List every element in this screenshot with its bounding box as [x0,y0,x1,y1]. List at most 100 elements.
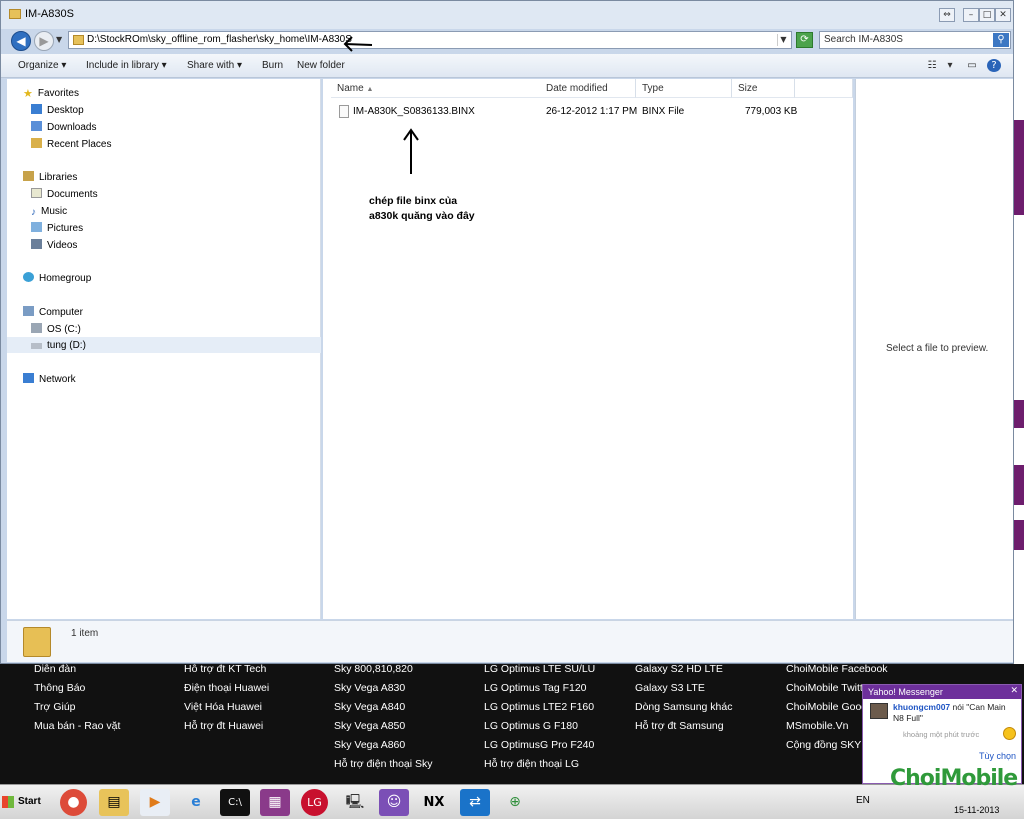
messenger-title: Yahoo! Messenger [863,685,1021,699]
column-name[interactable]: Name ▲ [331,79,541,98]
footer-link[interactable]: Hỗ trợ đt Samsung [635,717,732,736]
refresh-button[interactable]: ⟳ [796,32,813,48]
footer-link[interactable]: Việt Hóa Huawei [184,698,269,717]
close-icon[interactable]: ✕ [1010,686,1018,696]
burn-button[interactable]: Burn [262,60,283,71]
nav-homegroup[interactable]: Homegroup [23,271,91,287]
footer-link[interactable]: LG Optimus Tag F120 [484,679,595,698]
chrome-icon[interactable]: ● [60,789,87,816]
share-with-menu[interactable]: Share with ▾ [187,60,242,71]
cmd-icon[interactable]: C:\ [220,789,250,816]
item-count: 1 item [71,628,99,639]
annotation-arrow [403,128,419,174]
explorer-window: IM-A830S ⇔ – □ ✕ ◀ ▶ ▼ D:\StockROm\sky_o… [0,0,1014,664]
column-spacer [795,79,853,98]
nav-desktop[interactable]: Desktop [31,103,84,119]
help-icon[interactable]: ? [987,59,1001,72]
messenger-options-link[interactable]: Tùy chọn [979,751,1016,761]
column-size[interactable]: Size [732,79,795,98]
explorer-icon[interactable]: ▤ [99,789,129,816]
nav-network[interactable]: Network [23,372,76,388]
title-bar[interactable]: IM-A830S ⇔ – □ ✕ [1,1,1013,29]
nav-libraries[interactable]: Libraries [23,170,77,186]
include-in-library-menu[interactable]: Include in library ▾ [86,60,167,71]
column-type[interactable]: Type [636,79,732,98]
nav-videos[interactable]: Videos [31,238,77,254]
navigation-pane: ★ Favorites Desktop Downloads Recent Plac… [7,79,321,619]
arrow-right-icon: ▶ [39,34,49,48]
footer-link[interactable]: Sky Vega A830 [334,679,433,698]
address-path[interactable]: D:\StockROm\sky_offline_rom_flasher\sky_… [87,34,352,45]
libraries-icon [23,171,34,181]
windows-icon [2,796,14,808]
preview-message: Select a file to preview. [886,343,989,354]
nav-documents[interactable]: Documents [31,187,98,203]
downloads-icon [31,121,42,131]
new-folder-button[interactable]: New folder [297,60,345,71]
device-manager-icon[interactable]: 🖳 [340,789,370,816]
footer-link[interactable]: Hỗ trợ đt Huawei [184,717,269,736]
star-icon: ★ [23,88,33,100]
file-row[interactable]: IM-A830K_S0836133.BINX 26-12-2012 1:17 P… [323,103,843,121]
details-pane: 1 item [7,620,1013,662]
media-player-icon[interactable]: ▶ [140,789,170,816]
maximize-button[interactable]: □ [979,8,995,22]
start-button[interactable]: Start [2,793,41,811]
nav-pictures[interactable]: Pictures [31,221,83,237]
nav-music[interactable]: ♪ Music [31,204,67,220]
forward-button[interactable]: ▶ [34,31,54,51]
idm-icon[interactable]: ⊕ [500,789,530,816]
footer-link[interactable]: LG Optimus LTE2 F160 [484,698,595,717]
system-date[interactable]: 15-11-2013 [954,805,999,815]
organize-menu[interactable]: Organize ▾ [18,60,66,71]
emoticon-icon [1003,727,1016,740]
footer-link[interactable]: LG Optimus G F180 [484,717,595,736]
close-button[interactable]: ✕ [995,8,1011,22]
footer-link[interactable]: LG OptimusG Pro F240 [484,736,595,755]
nav-recent-places[interactable]: Recent Places [31,137,111,153]
messenger-icon[interactable]: ☺ [379,789,409,816]
footer-link[interactable]: Điện thoại Huawei [184,679,269,698]
lg-icon[interactable]: LG [301,789,328,816]
footer-link[interactable]: Sky Vega A860 [334,736,433,755]
column-date-modified[interactable]: Date modified [540,79,636,98]
teamviewer-icon[interactable]: ⇄ [460,789,490,816]
minimize-button[interactable]: – [963,8,979,22]
view-dropdown-icon[interactable]: ▾ [943,59,957,72]
nav-downloads[interactable]: Downloads [31,120,96,136]
nav-tung-d[interactable]: tung (D:) [31,338,86,354]
ie-icon[interactable]: e [181,789,211,816]
address-dropdown[interactable]: ▼ [777,34,789,46]
resize-button[interactable]: ⇔ [939,8,955,22]
nav-os-c[interactable]: OS (C:) [31,322,81,338]
search-input[interactable]: Search IM-A830S ⚲ [819,31,1011,49]
language-indicator[interactable]: EN [856,795,870,806]
search-icon[interactable]: ⚲ [993,33,1009,47]
nav-computer[interactable]: Computer [23,305,83,321]
watermark-logo: ChoiMobile [890,766,1018,791]
file-name: IM-A830K_S0836133.BINX [353,106,475,117]
footer-link[interactable]: Hỗ trợ điện thoại LG [484,755,595,774]
footer-link[interactable]: Sky Vega A850 [334,717,433,736]
winrar-icon[interactable]: ▦ [260,789,290,816]
messenger-user[interactable]: khuongcm007 [893,702,950,712]
footer-link[interactable]: Hỗ trợ điện thoại Sky [334,755,433,774]
back-button[interactable]: ◀ [11,31,31,51]
footer-link[interactable]: Thông Báo [34,679,120,698]
footer-link[interactable]: Mua bán - Rao vặt [34,717,120,736]
nx-icon[interactable]: NX [419,789,449,816]
annotation-arrow [343,36,373,52]
footer-link[interactable]: Sky Vega A840 [334,698,433,717]
recent-pages-dropdown[interactable]: ▼ [56,35,62,44]
preview-pane-icon[interactable]: ▭ [965,59,979,72]
footer-link[interactable]: Dòng Samsung khác [635,698,732,717]
view-options-icon[interactable]: ☷ [925,59,939,72]
messenger-time: khoảng một phút trước [903,730,980,739]
messenger-message: khuongcm007 nói "Can Main N8 Full" [893,702,1006,723]
footer-column-5: Galaxy S2 HD LTE Galaxy S3 LTE Dòng Sams… [635,660,732,736]
annotation-note: chép file binx của a830k quăng vào đây [369,195,475,222]
footer-link[interactable]: Galaxy S3 LTE [635,679,732,698]
footer-link[interactable]: Trợ Giúp [34,698,120,717]
address-bar[interactable]: D:\StockROm\sky_offline_rom_flasher\sky_… [68,31,792,49]
nav-favorites[interactable]: ★ Favorites [23,86,79,102]
